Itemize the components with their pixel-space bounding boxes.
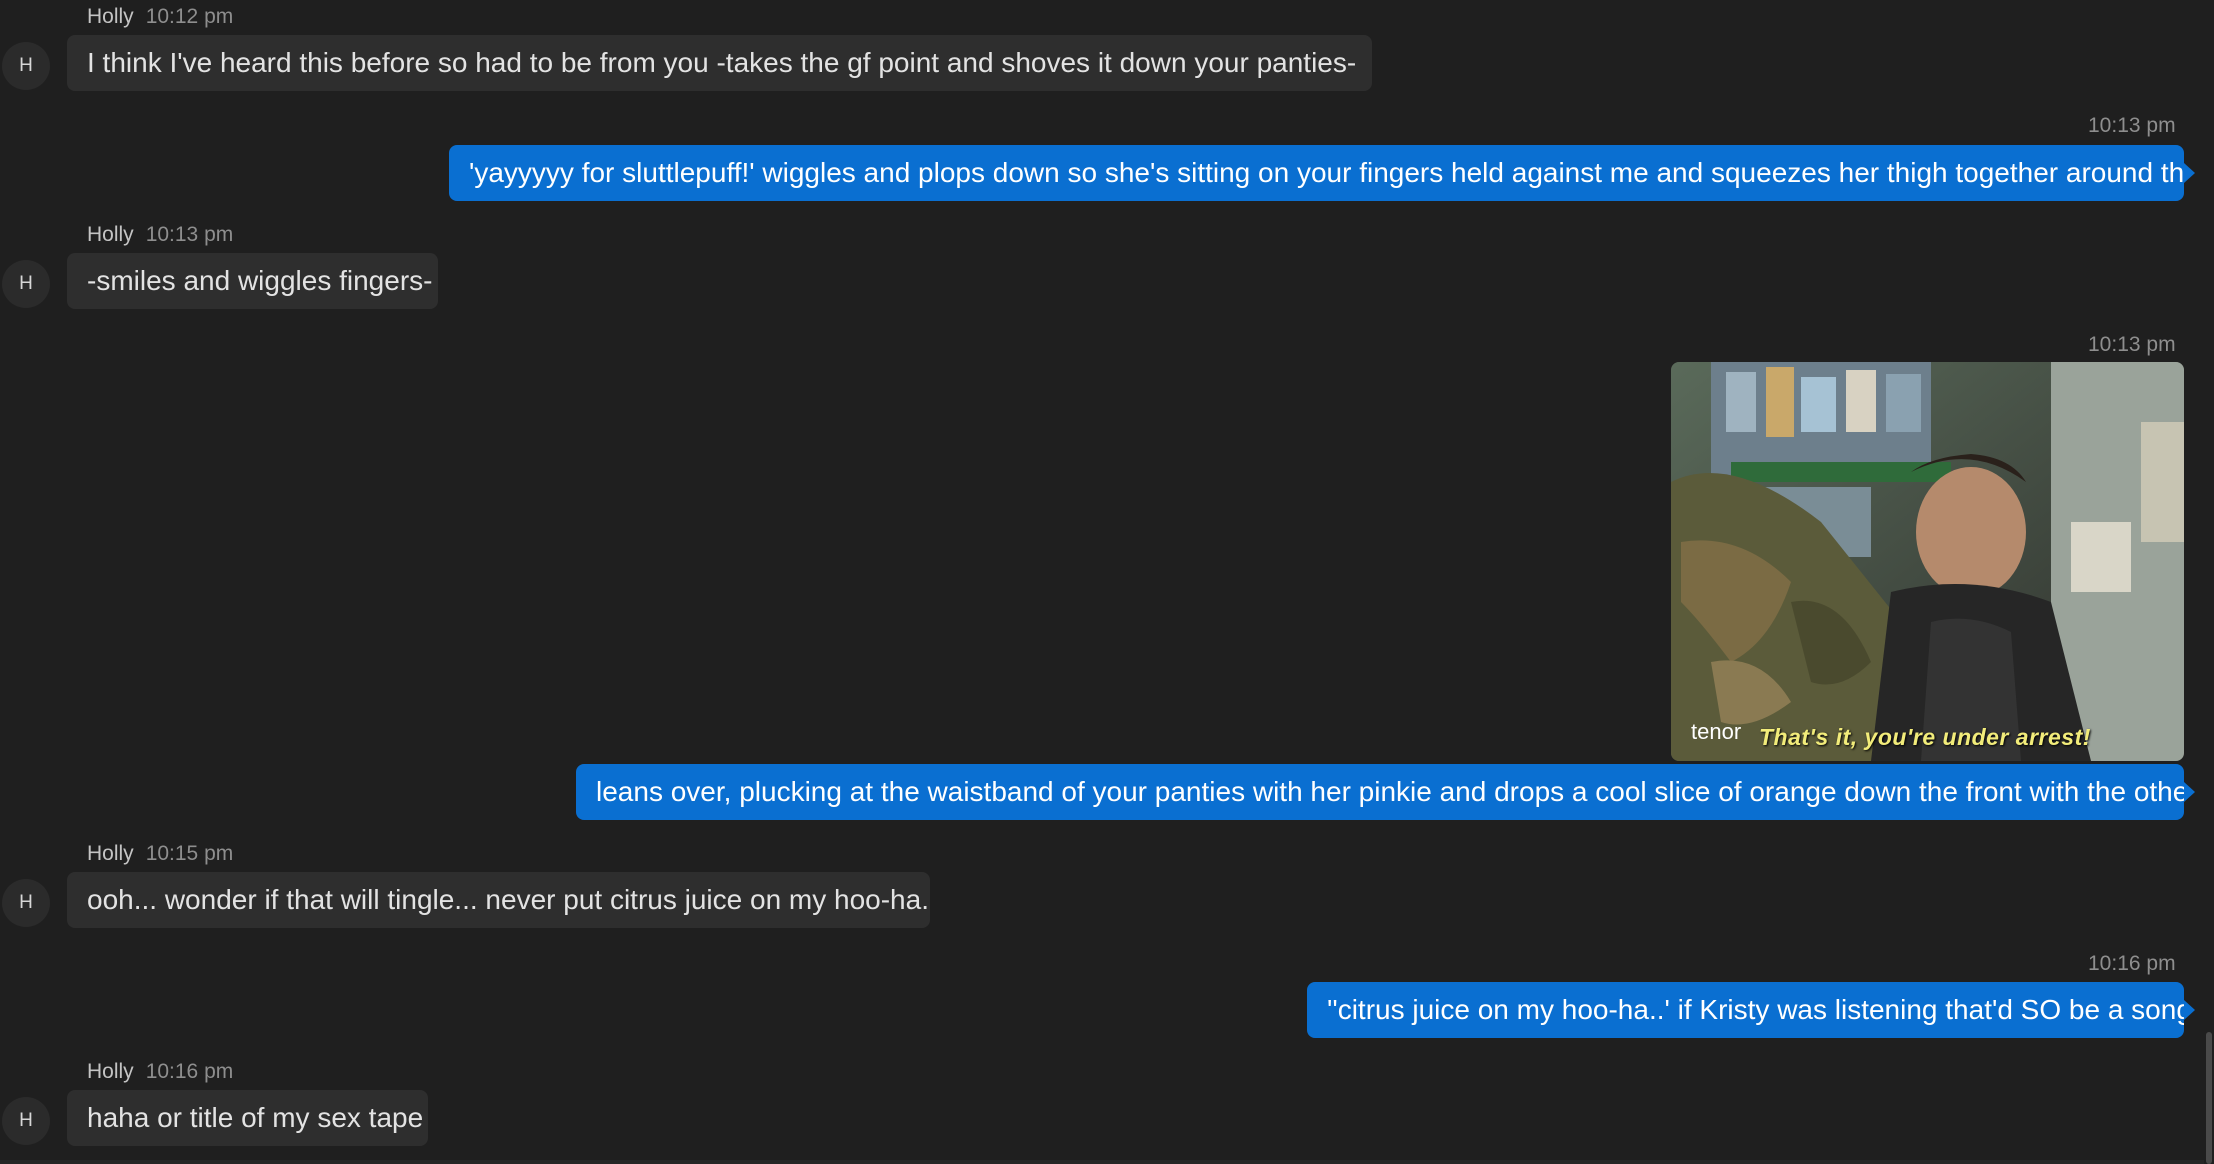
- gif-brand-label: tenor: [1691, 719, 1742, 744]
- message-time: 10:12 pm: [145, 5, 234, 28]
- sender-name: Holly: [87, 842, 134, 865]
- message-text: -smiles and wiggles fingers-: [87, 265, 433, 296]
- message-meta: Holly 10:15 pm: [87, 842, 233, 866]
- avatar[interactable]: H: [2, 1097, 50, 1145]
- avatar[interactable]: H: [2, 879, 50, 927]
- avatar[interactable]: H: [2, 260, 50, 308]
- outgoing-message-bubble[interactable]: ''citrus juice on my hoo-ha..' if Kristy…: [1307, 982, 2184, 1038]
- message-time: 10:13 pm: [145, 223, 234, 246]
- avatar-initial: H: [19, 1110, 33, 1131]
- incoming-message-bubble[interactable]: haha or title of my sex tape: [67, 1090, 428, 1146]
- message-text: leans over, plucking at the waistband of…: [596, 776, 2184, 807]
- outgoing-message-bubble[interactable]: 'yayyyyy for sluttlepuff!' wiggles and p…: [449, 145, 2184, 201]
- gif-caption: That's it, you're under arrest!: [1759, 724, 2091, 750]
- bubble-tail: [2184, 782, 2195, 802]
- message-time: 10:13 pm: [2088, 333, 2176, 356]
- incoming-message-bubble[interactable]: ooh... wonder if that will tingle... nev…: [67, 872, 930, 928]
- sender-name: Holly: [87, 1060, 134, 1083]
- message-text: 'yayyyyy for sluttlepuff!' wiggles and p…: [469, 157, 2184, 188]
- avatar-initial: H: [19, 273, 33, 294]
- sender-name: Holly: [87, 223, 134, 246]
- message-meta: Holly 10:12 pm: [87, 5, 233, 29]
- chat-conversation: Holly 10:12 pm H I think I've heard this …: [0, 0, 2214, 1164]
- message-time: 10:13 pm: [2088, 114, 2176, 137]
- message-time: 10:16 pm: [145, 1060, 234, 1083]
- scrollbar-thumb[interactable]: [2206, 1032, 2212, 1164]
- scrollbar[interactable]: [2204, 0, 2214, 1164]
- bubble-tail: [2184, 163, 2195, 183]
- message-text: ooh... wonder if that will tingle... nev…: [87, 884, 930, 915]
- avatar[interactable]: H: [2, 42, 50, 90]
- gif-scene-illustration: [1671, 362, 2184, 761]
- message-text: ''citrus juice on my hoo-ha..' if Kristy…: [1327, 994, 2184, 1025]
- composer-divider: [0, 1160, 2204, 1164]
- message-meta: Holly 10:13 pm: [87, 223, 233, 247]
- incoming-message-bubble[interactable]: I think I've heard this before so had to…: [67, 35, 1372, 91]
- incoming-message-bubble[interactable]: -smiles and wiggles fingers-: [67, 253, 438, 309]
- message-time: 10:15 pm: [145, 842, 234, 865]
- message-meta: Holly 10:16 pm: [87, 1060, 233, 1084]
- message-text: I think I've heard this before so had to…: [87, 47, 1357, 78]
- message-text: haha or title of my sex tape: [87, 1102, 424, 1133]
- bubble-tail: [2184, 1000, 2195, 1020]
- avatar-initial: H: [19, 55, 33, 76]
- gif-image[interactable]: tenor That's it, you're under arrest!: [1671, 362, 2184, 761]
- avatar-initial: H: [19, 892, 33, 913]
- outgoing-message-bubble[interactable]: leans over, plucking at the waistband of…: [576, 764, 2184, 820]
- sender-name: Holly: [87, 5, 134, 28]
- message-time: 10:16 pm: [2088, 952, 2176, 975]
